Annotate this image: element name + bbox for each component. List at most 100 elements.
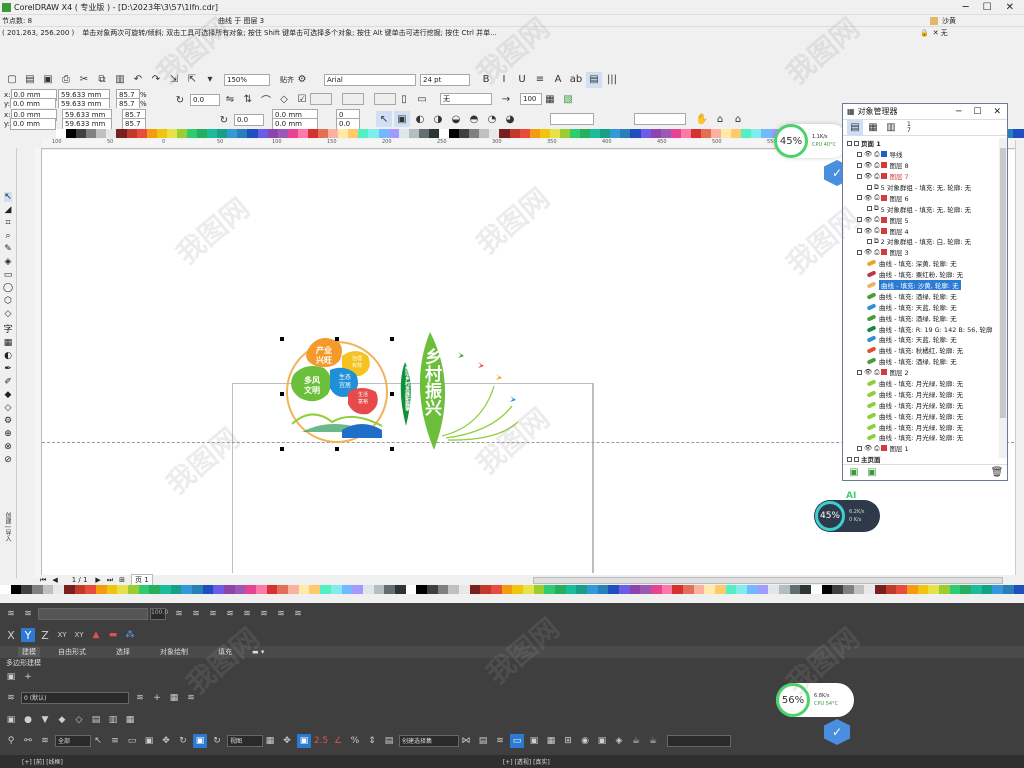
axis-y-button[interactable]: Y <box>21 628 35 642</box>
snap-2-5-icon[interactable]: 2.5 <box>314 734 328 748</box>
schematic-icon[interactable]: ▦ <box>544 734 558 748</box>
color-palette-bottom[interactable] <box>0 585 1024 594</box>
palette-swatch[interactable] <box>405 585 417 594</box>
select-icon[interactable]: ↖ <box>91 734 105 748</box>
tag-icon[interactable]: ⌂ <box>712 111 728 127</box>
scene-tool-2-icon[interactable]: ◆ <box>55 713 69 727</box>
palette-swatch[interactable] <box>74 585 86 594</box>
snap-toggle3-icon[interactable]: ⁂ <box>123 628 137 642</box>
text-format-icon[interactable]: A <box>550 72 566 88</box>
tree-row[interactable]: 👁 ⎙ 图层 6 <box>843 192 999 203</box>
align-icon-max[interactable]: ▤ <box>476 734 490 748</box>
scene-tool-5-icon[interactable]: ▥ <box>106 713 120 727</box>
palette-swatch[interactable] <box>373 585 385 594</box>
palette-swatch[interactable] <box>853 585 865 594</box>
tool-extra-1-icon[interactable]: ⚙ <box>4 416 12 426</box>
palette-swatch[interactable] <box>704 585 716 594</box>
mirror-v-icon[interactable]: ⇅ <box>240 91 256 107</box>
mirror-h-icon[interactable]: ⇋ <box>222 91 238 107</box>
palette-swatch[interactable] <box>170 585 182 594</box>
placement-icon[interactable]: ↻ <box>210 734 224 748</box>
show-properties-icon[interactable]: ▤ <box>847 119 863 136</box>
visibility-icon[interactable]: 👁 <box>864 444 872 452</box>
palette-swatch[interactable] <box>701 129 712 138</box>
palette-swatch[interactable] <box>640 129 651 138</box>
selection-handle[interactable] <box>280 392 284 396</box>
spinner-snap-icon[interactable]: ⇕ <box>365 734 379 748</box>
layer-stack2-icon[interactable]: ≋ <box>21 607 35 621</box>
palette-swatch[interactable] <box>227 129 238 138</box>
interactive-fill-icon[interactable]: ◇ <box>5 403 12 413</box>
palette-swatch[interactable] <box>715 585 726 594</box>
ribbon-toggle-icon[interactable]: ▭ <box>510 734 524 748</box>
palette-swatch[interactable] <box>202 585 214 594</box>
palette-swatch[interactable] <box>56 129 67 138</box>
export-icon[interactable]: ⇱ <box>184 72 200 88</box>
tab-populate[interactable]: 填充 <box>218 647 232 657</box>
palette-swatch[interactable] <box>576 585 587 594</box>
shape-btn-1[interactable] <box>310 93 332 105</box>
palette-swatch[interactable] <box>247 129 258 138</box>
tree-row[interactable]: 曲线 - 填充: 月光绿, 轮廓: 无 <box>843 421 999 432</box>
intersect-icon[interactable]: ◒ <box>448 111 464 127</box>
palette-swatch[interactable] <box>458 585 470 594</box>
palette-swatch[interactable] <box>338 129 349 138</box>
layer-tool-2-icon[interactable]: ▦ <box>167 691 181 705</box>
back-minus-icon[interactable]: ◕ <box>502 111 518 127</box>
italic-icon[interactable]: I <box>496 72 512 88</box>
palette-swatch[interactable] <box>187 129 198 138</box>
palette-swatch[interactable] <box>237 129 248 138</box>
bind-icon[interactable]: ≋ <box>38 734 52 748</box>
snap-menu[interactable]: 贴齐 <box>280 75 294 85</box>
palette-swatch[interactable] <box>711 129 722 138</box>
interactive-tool-icon[interactable]: ◐ <box>4 351 12 361</box>
palette-swatch[interactable] <box>479 129 490 138</box>
palette-swatch[interactable] <box>149 585 161 594</box>
tree-row[interactable]: 曲线 - 填充: 酒绿, 轮廓: 无 <box>843 312 999 323</box>
rows-icon[interactable]: ||| <box>604 72 620 88</box>
palette-swatch[interactable] <box>459 129 470 138</box>
tool-extra-2-icon[interactable]: ⊕ <box>4 429 12 439</box>
palette-swatch[interactable] <box>116 129 127 138</box>
opacity-field[interactable]: 100 <box>520 93 542 105</box>
palette-swatch[interactable] <box>309 585 321 594</box>
visibility-icon[interactable]: 👁 <box>864 216 872 224</box>
palette-swatch[interactable] <box>197 129 208 138</box>
palette-swatch[interactable] <box>388 129 399 138</box>
docker-close-button[interactable]: ✕ <box>993 107 1001 117</box>
palette-swatch[interactable] <box>207 129 218 138</box>
palette-swatch[interactable] <box>428 129 439 138</box>
palette-swatch[interactable] <box>761 129 772 138</box>
wrap-icon[interactable]: ▯ <box>396 91 412 107</box>
app-launcher-icon[interactable]: ▾ <box>202 72 218 88</box>
palette-swatch[interactable] <box>277 585 289 594</box>
selection-handle[interactable] <box>390 447 394 451</box>
zoom-tool-icon[interactable]: ⌕ <box>5 231 10 241</box>
viewport-persp-label[interactable]: [+] [透视] [真实] <box>503 757 550 766</box>
layer-explorer-icon[interactable]: ≋ <box>4 691 18 705</box>
add-page-icon[interactable]: ⊞ <box>119 576 125 584</box>
layer-select[interactable]: 0 (默认) <box>21 692 129 704</box>
palette-swatch[interactable] <box>320 585 331 594</box>
ribbon-options-icon[interactable]: ▬ ▾ <box>252 648 264 656</box>
palette-swatch[interactable] <box>501 585 513 594</box>
smart-fill-icon[interactable]: ◈ <box>5 257 12 267</box>
next-page-icon[interactable]: ▶ <box>95 576 100 584</box>
palette-swatch[interactable] <box>519 129 530 138</box>
expand-icon[interactable] <box>857 151 862 157</box>
palette-swatch[interactable] <box>362 585 374 594</box>
polygon-tool-icon[interactable]: ⬡ <box>4 296 12 306</box>
edit-across-layers-icon[interactable]: ▦ <box>865 120 881 136</box>
palette-swatch[interactable] <box>469 129 480 138</box>
curve-editor-icon[interactable]: ▣ <box>527 734 541 748</box>
palette-swatch[interactable] <box>394 585 406 594</box>
palette-swatch[interactable] <box>181 585 193 594</box>
palette-swatch[interactable] <box>341 585 353 594</box>
underline-icon[interactable]: U <box>514 72 530 88</box>
palette-swatch[interactable] <box>789 585 801 594</box>
tree-row[interactable]: 👁 ⎙ 图层 8 <box>843 160 999 171</box>
palette-swatch[interactable] <box>1013 585 1024 594</box>
save-icon[interactable]: ▣ <box>40 72 56 88</box>
maximize-button[interactable]: ☐ <box>983 2 992 13</box>
rect-select-icon[interactable]: ▭ <box>125 734 139 748</box>
